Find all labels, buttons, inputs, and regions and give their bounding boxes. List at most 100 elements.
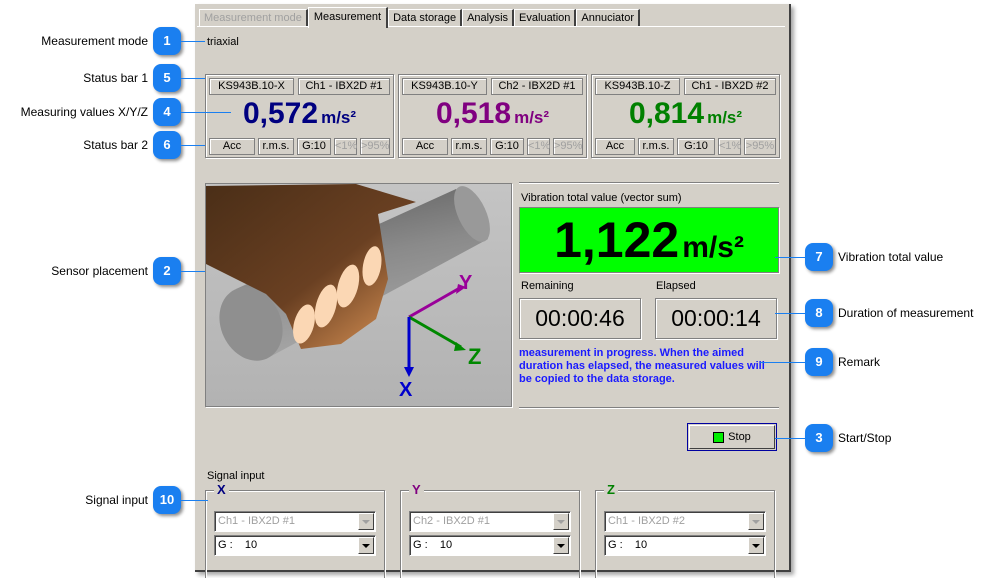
callout-badge-8: 8 <box>805 299 833 327</box>
separator <box>519 407 779 409</box>
callout-line <box>775 257 805 258</box>
signal-input-title: Signal input <box>207 470 265 482</box>
sensor-placement-image: Y Z X <box>205 183 512 407</box>
callout-label-4: Measuring values X/Y/Z <box>20 105 148 119</box>
tab-measurement[interactable]: Measurement <box>307 7 389 28</box>
callout-badge-5: 5 <box>153 64 181 92</box>
elapsed-time: 00:00:14 <box>655 298 777 339</box>
value-unit: m/s² <box>321 108 357 127</box>
callout-badge-6: 6 <box>153 131 181 159</box>
callout-line <box>181 500 208 501</box>
group-legend-y: Y <box>409 483 424 497</box>
sensor-panel-x: KS943B.10-X Ch1 - IBX2D #1 0,572 m/s² Ac… <box>205 74 394 158</box>
callout-label-2: Sensor placement <box>51 264 148 278</box>
callout-line <box>181 41 205 42</box>
callout-label-7: Vibration total value <box>838 250 944 264</box>
tab-data-storage[interactable]: Data storage <box>388 9 463 27</box>
callout-badge-4: 4 <box>153 98 181 126</box>
status-underrange: <1% <box>334 138 357 155</box>
callout-line <box>775 313 805 314</box>
status-gain: G:10 <box>490 138 524 155</box>
combo-value: G : 10 <box>413 539 453 551</box>
z-axis-label: Z <box>468 344 481 369</box>
tab-measurement-mode[interactable]: Measurement mode <box>199 9 308 27</box>
status-overrange: >95% <box>360 138 390 155</box>
callout-label-10: Signal input <box>85 493 148 507</box>
measuring-value-y: 0,518 m/s² <box>399 97 586 131</box>
signal-group-y: Y Ch2 - IBX2D #1 G : 10 <box>400 483 580 578</box>
status-mode: r.m.s. <box>451 138 487 155</box>
measuring-value-z: 0,814 m/s² <box>592 97 779 131</box>
status-overrange: >95% <box>553 138 583 155</box>
remaining-label: Remaining <box>521 280 574 292</box>
callout-label-3: Start/Stop <box>838 431 892 445</box>
combo-value: Ch1 - IBX2D #1 <box>218 515 296 527</box>
combo-value: Ch1 - IBX2D #2 <box>608 515 686 527</box>
dropdown-arrow-icon[interactable] <box>553 537 569 554</box>
callout-label-1: Measurement mode <box>41 34 148 48</box>
status-mode: r.m.s. <box>258 138 294 155</box>
status-gain: G:10 <box>677 138 715 155</box>
combo-value: G : 10 <box>608 539 648 551</box>
remark-text: measurement in progress. When the aimed … <box>519 347 765 385</box>
status-overrange: >95% <box>744 138 776 155</box>
callout-badge-10: 10 <box>153 486 181 514</box>
channel-select-x[interactable]: Ch1 - IBX2D #1 <box>214 511 376 532</box>
status-type: Acc <box>209 138 255 155</box>
callout-label-5: Status bar 1 <box>83 71 148 85</box>
vibration-total-value: 1,122 <box>554 212 680 268</box>
dropdown-arrow-icon[interactable] <box>358 513 374 530</box>
callout-label-6: Status bar 2 <box>83 138 148 152</box>
status-underrange: <1% <box>527 138 550 155</box>
sensor-name: KS943B.10-X <box>209 78 294 95</box>
gain-select-x[interactable]: G : 10 <box>214 535 376 556</box>
gain-select-z[interactable]: G : 10 <box>604 535 766 556</box>
callout-line <box>181 112 231 113</box>
callout-label-8: Duration of measurement <box>838 306 974 320</box>
elapsed-label: Elapsed <box>656 280 696 292</box>
gain-select-y[interactable]: G : 10 <box>409 535 571 556</box>
value-unit: m/s² <box>514 108 550 127</box>
value-number: 0,572 <box>242 97 319 130</box>
combo-value: G : 10 <box>218 539 258 551</box>
measurement-mode-value: triaxial <box>207 36 239 48</box>
callout-badge-2: 2 <box>153 257 181 285</box>
separator <box>519 182 779 184</box>
combo-value: Ch2 - IBX2D #1 <box>413 515 491 527</box>
signal-group-x: X Ch1 - IBX2D #1 G : 10 <box>205 483 385 578</box>
sensor-channel: Ch1 - IBX2D #2 <box>684 78 776 95</box>
signal-group-z: Z Ch1 - IBX2D #2 G : 10 <box>595 483 775 578</box>
stop-button[interactable]: Stop <box>687 423 777 451</box>
tab-annuciator[interactable]: Annuciator <box>576 9 641 27</box>
callout-label-9: Remark <box>838 355 881 369</box>
tab-analysis[interactable]: Analysis <box>462 9 515 27</box>
sensor-panel-y: KS943B.10-Y Ch2 - IBX2D #1 0,518 m/s² Ac… <box>398 74 587 158</box>
measurement-window: Measurement mode Measurement Data storag… <box>195 4 791 578</box>
vibration-total-display: 1,122 m/s² <box>519 207 779 273</box>
dropdown-arrow-icon[interactable] <box>553 513 569 530</box>
stop-button-face: Stop <box>689 425 775 449</box>
group-legend-z: Z <box>604 483 618 497</box>
sensor-channel: Ch1 - IBX2D #1 <box>298 78 390 95</box>
measuring-value-x: 0,572 m/s² <box>206 97 393 131</box>
group-legend-x: X <box>214 483 229 497</box>
sensor-name: KS943B.10-Z <box>595 78 680 95</box>
hand-on-pipe-illustration: Y Z X <box>206 184 511 406</box>
channel-select-y[interactable]: Ch2 - IBX2D #1 <box>409 511 571 532</box>
status-type: Acc <box>402 138 448 155</box>
dropdown-arrow-icon[interactable] <box>358 537 374 554</box>
tab-evaluation[interactable]: Evaluation <box>514 9 577 27</box>
callout-line <box>181 271 205 272</box>
status-mode: r.m.s. <box>638 138 674 155</box>
dropdown-arrow-icon[interactable] <box>748 537 764 554</box>
sensor-panel-z: KS943B.10-Z Ch1 - IBX2D #2 0,814 m/s² Ac… <box>591 74 780 158</box>
callout-line <box>760 362 805 363</box>
value-unit: m/s² <box>707 108 743 127</box>
tab-strip: Measurement mode Measurement Data storag… <box>199 7 641 28</box>
dropdown-arrow-icon[interactable] <box>748 513 764 530</box>
status-underrange: <1% <box>718 138 741 155</box>
vibration-total-unit: m/s² <box>682 231 744 264</box>
channel-select-z[interactable]: Ch1 - IBX2D #2 <box>604 511 766 532</box>
value-number: 0,518 <box>435 97 512 130</box>
x-axis-label: X <box>399 379 413 401</box>
